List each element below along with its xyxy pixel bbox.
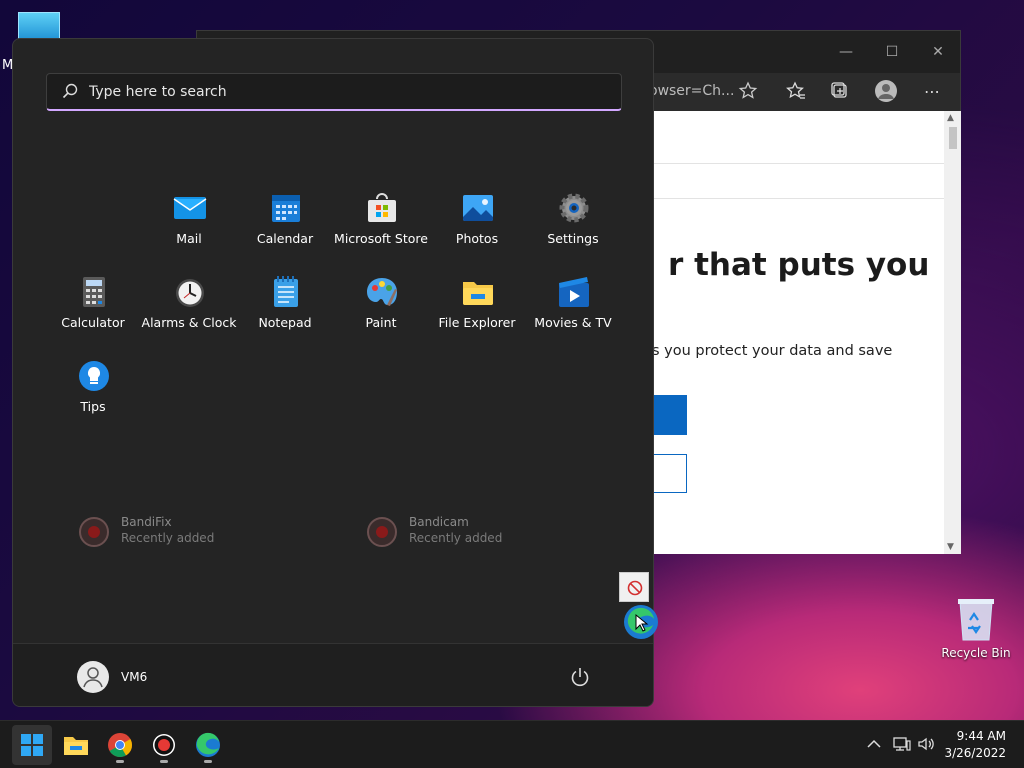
file-explorer-icon [64, 737, 88, 755]
network-icon[interactable] [892, 734, 912, 754]
recommended-name: BandiFix [121, 515, 172, 529]
page-divider [654, 198, 944, 199]
taskbar-bandicam[interactable] [144, 725, 184, 765]
scroll-down-icon[interactable]: ▼ [947, 542, 954, 552]
pinned-app-movies-tv[interactable]: Movies & TV [525, 269, 621, 345]
clock-time[interactable]: 9:44 AM [948, 729, 1006, 743]
maximize-button[interactable]: ☐ [881, 41, 903, 63]
recommended-item-bandifix[interactable]: BandiFix Recently added [79, 513, 279, 553]
user-name[interactable]: VM6 [121, 670, 147, 684]
pinned-app-alarms-clock[interactable]: Alarms & Clock [141, 269, 237, 345]
app-label: Movies & TV [534, 315, 612, 330]
pinned-app-paint[interactable]: Paint [333, 269, 429, 345]
app-label: Settings [547, 231, 599, 246]
favorites-icon[interactable] [785, 81, 807, 103]
edge-icon [196, 732, 220, 757]
scroll-up-icon[interactable]: ▲ [947, 113, 954, 123]
lightbulb-icon [79, 361, 109, 391]
recommended-item-bandicam[interactable]: Bandicam Recently added [367, 513, 567, 553]
power-icon[interactable] [569, 666, 591, 688]
taskbar-edge[interactable] [188, 725, 228, 765]
start-icon [21, 734, 43, 756]
pinned-app-tips[interactable]: Tips [45, 353, 141, 429]
page-secondary-button[interactable] [652, 454, 687, 493]
bandicam-icon [153, 734, 175, 756]
search-input[interactable] [89, 81, 589, 103]
mail-icon [173, 197, 207, 219]
user-avatar[interactable] [77, 661, 109, 693]
page-divider [654, 163, 944, 164]
pinned-app-settings[interactable]: Settings [525, 185, 621, 261]
web-page-content: r that puts you s you protect your data … [652, 111, 944, 554]
pinned-app-photos[interactable]: Photos [429, 185, 525, 261]
pinned-app-mail[interactable]: Mail [141, 185, 237, 261]
recommended-sub: Recently added [121, 531, 215, 545]
volume-icon[interactable] [916, 734, 936, 754]
close-button[interactable]: ✕ [927, 41, 949, 63]
photos-icon [463, 195, 493, 221]
scroll-thumb[interactable] [949, 127, 957, 149]
calculator-icon [83, 277, 105, 307]
app-label: Tips [80, 399, 106, 414]
start-menu-footer: VM6 [13, 643, 653, 706]
recommended-name: Bandicam [409, 515, 469, 529]
chrome-icon [108, 733, 132, 758]
page-heading: r that puts you [668, 247, 930, 283]
start-search-box[interactable] [46, 73, 622, 111]
pinned-app-notepad[interactable]: Notepad [237, 269, 333, 345]
clock-date[interactable]: 3/26/2022 [938, 746, 1006, 760]
start-button[interactable] [12, 725, 52, 765]
pinned-app-calendar[interactable]: Calendar [237, 185, 333, 261]
more-options-button[interactable]: ⋯ [921, 81, 943, 103]
recommended-sub: Recently added [409, 531, 503, 545]
taskbar-chrome[interactable] [100, 725, 140, 765]
page-subtext: s you protect your data and save [652, 343, 893, 359]
address-bar-text[interactable]: owser=Ch... [649, 83, 734, 99]
calendar-icon [272, 195, 300, 222]
minimize-button[interactable]: — [835, 41, 857, 63]
profile-avatar-icon[interactable] [875, 80, 897, 102]
pinned-app-calculator[interactable]: Calculator [45, 269, 141, 345]
page-primary-button[interactable] [654, 395, 687, 435]
collections-icon[interactable] [829, 81, 851, 103]
taskbar: 9:44 AM 3/26/2022 [0, 720, 1024, 768]
clock-icon [176, 279, 204, 307]
chevron-up-icon[interactable] [864, 734, 884, 754]
add-favorite-icon[interactable] [737, 81, 759, 103]
notepad-icon [274, 276, 298, 307]
folder-icon [463, 282, 493, 305]
dragged-edge-icon [624, 605, 658, 639]
paint-icon [367, 278, 397, 306]
search-icon [62, 83, 78, 99]
store-icon [368, 193, 396, 222]
pinned-app-microsoft-store[interactable]: Microsoft Store [333, 185, 429, 261]
recycle-bin-icon [958, 599, 994, 641]
bandicam-icon [367, 517, 397, 547]
recycle-bin-label: Recycle Bin [941, 646, 1011, 660]
recycle-bin[interactable]: Recycle Bin [940, 596, 1012, 666]
bandifix-icon [79, 517, 109, 547]
taskbar-file-explorer[interactable] [56, 725, 96, 765]
start-menu: Mail Calendar Microsoft Store Photos [12, 38, 654, 707]
no-drop-icon [619, 572, 649, 602]
movies-icon [559, 277, 589, 307]
pinned-app-file-explorer[interactable]: File Explorer [429, 269, 525, 345]
gear-icon [559, 193, 589, 223]
page-scrollbar[interactable]: ▲ ▼ [944, 111, 961, 554]
